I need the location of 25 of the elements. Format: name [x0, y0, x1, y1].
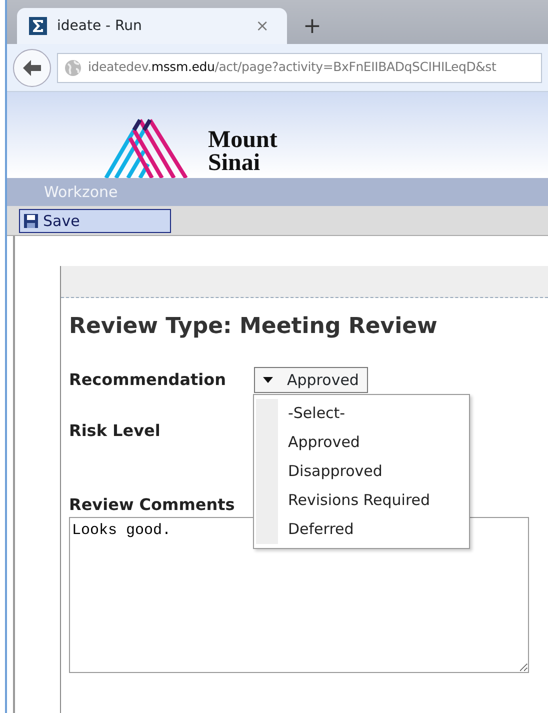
field-label: Recommendation [69, 369, 227, 391]
logo-text: Mount [208, 129, 278, 152]
dropdown-caret-icon [263, 377, 273, 383]
back-button[interactable] [13, 48, 51, 86]
dropdown-option[interactable]: Disapproved [278, 457, 392, 486]
logo-text: Sinai [208, 152, 262, 175]
url-text: ideatedev. [88, 59, 152, 74]
back-arrow-icon [22, 58, 42, 76]
form-title: Review Type: Meeting Review [69, 313, 438, 341]
dropdown-option[interactable]: Approved [278, 428, 370, 457]
close-tab-button[interactable]: × [250, 13, 275, 39]
dropdown-option[interactable]: Revisions Required [278, 486, 440, 515]
sigma-icon [29, 17, 47, 35]
globe-icon [64, 58, 82, 76]
url-text: /act/page?activity=BxFnEIIBADqSCIHILeqD&st [214, 59, 496, 74]
field-label: Review Comments [69, 494, 236, 516]
save-button[interactable]: Save [19, 209, 171, 233]
browser-tab[interactable]: ideate - Run × [17, 8, 287, 44]
dropdown-option[interactable]: Deferred [278, 515, 364, 544]
dropdown-option[interactable]: -Select- [278, 399, 356, 428]
tab-title: ideate - Run [57, 16, 142, 36]
new-tab-button[interactable]: + [297, 15, 328, 44]
address-bar[interactable]: ideatedev.mssm.edu/act/page?activity=BxFnEIIBADqSCIHILeqD&st [57, 52, 542, 82]
field-label: Risk Level [69, 420, 162, 442]
url-text: mssm.edu [151, 59, 215, 74]
